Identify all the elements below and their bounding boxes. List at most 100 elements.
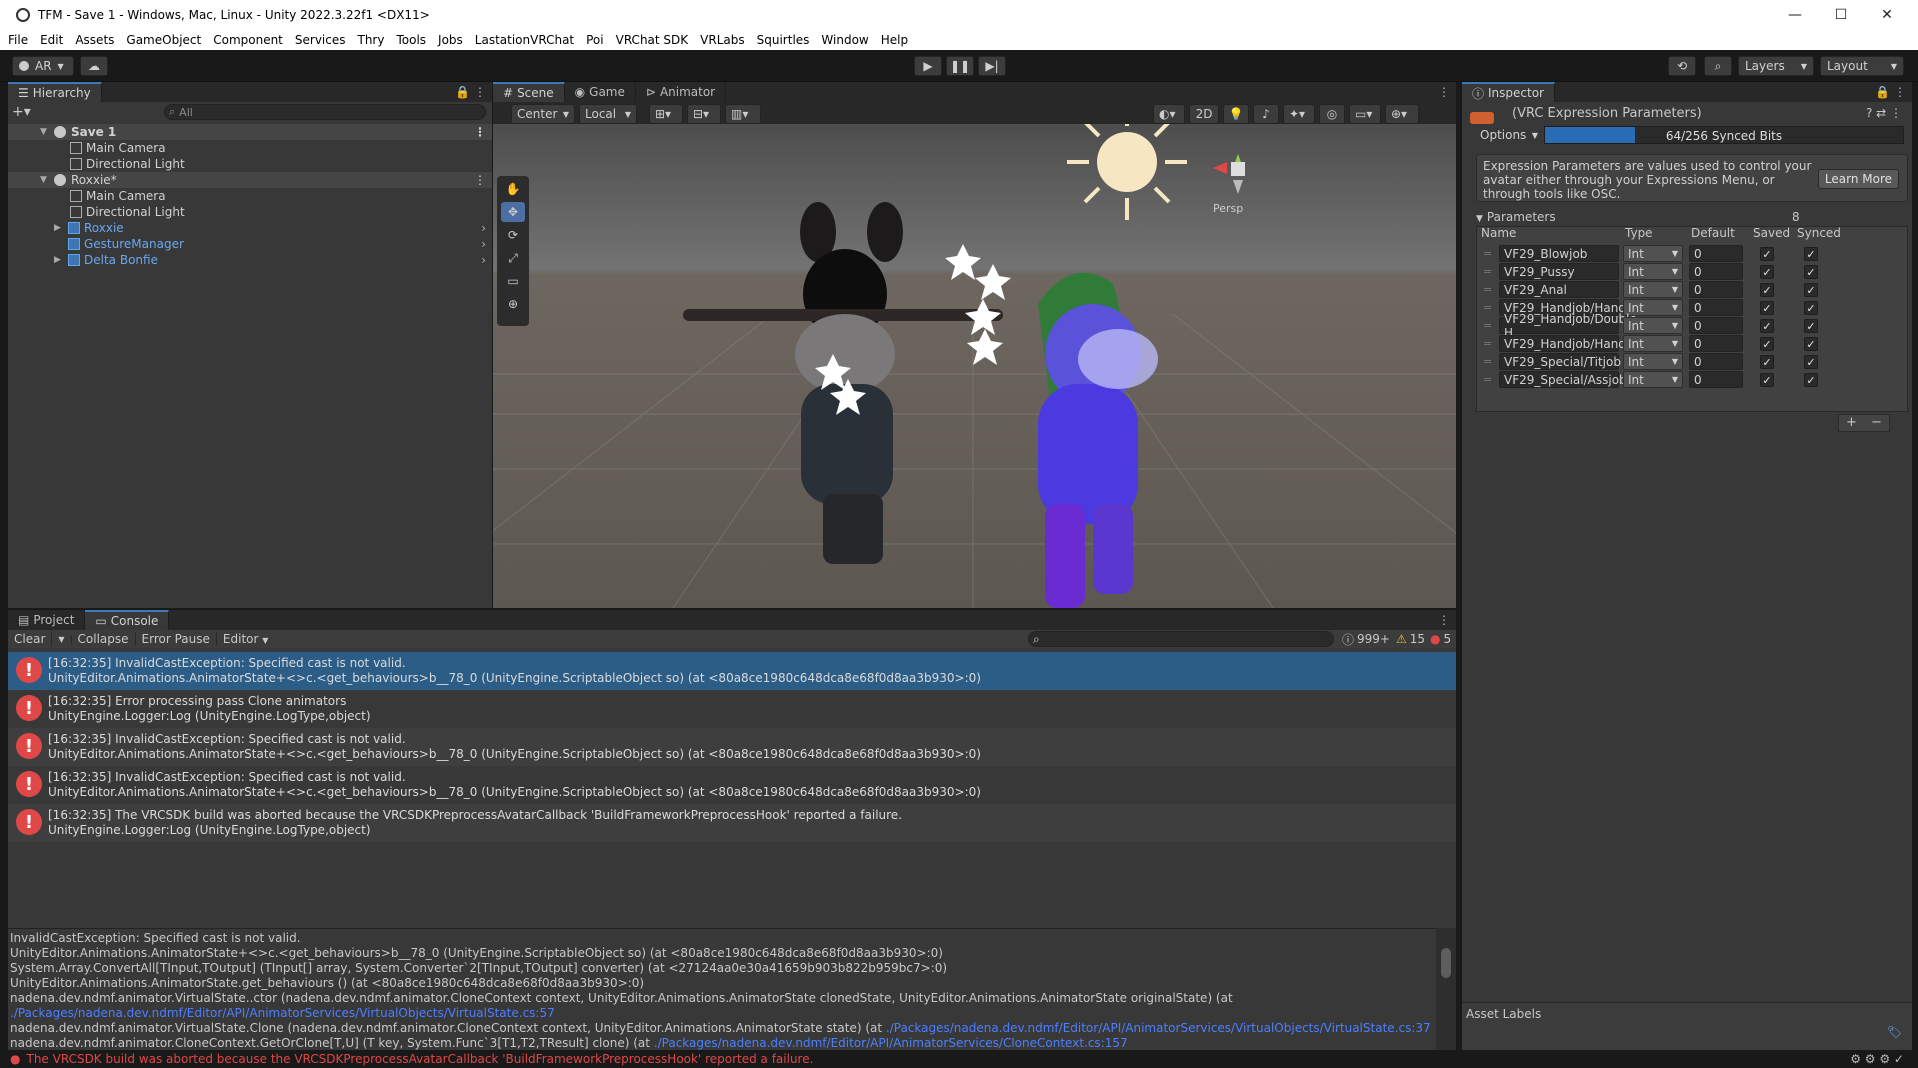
parameter-type-dropdown[interactable]: Int ▼ xyxy=(1623,353,1683,370)
menu-vrchat-sdk[interactable]: VRChat SDK xyxy=(616,33,689,47)
clear-button[interactable]: Clear xyxy=(8,632,53,646)
parameter-synced-checkbox[interactable]: ✓ xyxy=(1804,283,1818,297)
rotate-tool-icon[interactable]: ⟳ xyxy=(501,225,525,245)
tab-hierarchy[interactable]: ☰ Hierarchy xyxy=(8,82,102,102)
menu-assets[interactable]: Assets xyxy=(75,33,114,47)
menu-gameobject[interactable]: GameObject xyxy=(126,33,201,47)
warning-count-toggle[interactable]: ⚠ 15 xyxy=(1396,632,1425,646)
parameter-row[interactable]: = VF29_Special/Titjob Int ▼ 0 ✓ ✓ xyxy=(1477,353,1907,371)
parameter-default-field[interactable]: 0 xyxy=(1689,263,1743,280)
parameter-synced-checkbox[interactable]: ✓ xyxy=(1804,301,1818,315)
more-options-icon[interactable]: ⋮ xyxy=(474,125,486,139)
parameter-name-field[interactable]: VF29_Handjob/Handjob xyxy=(1499,335,1644,352)
error-count-toggle[interactable]: ● 5 xyxy=(1430,632,1451,646)
editor-dropdown[interactable]: Editor ▼ xyxy=(217,632,275,646)
parameters-foldout[interactable]: ▼ Parameters xyxy=(1476,210,1556,224)
remove-parameter-button[interactable]: − xyxy=(1871,415,1882,431)
label-tag-icon[interactable]: 🏷 xyxy=(1887,1025,1902,1039)
grid-snap-button[interactable]: ⊞▾ xyxy=(649,104,683,124)
console-entry[interactable]: ! [16:32:35] InvalidCastException: Specif… xyxy=(8,766,1456,804)
draw-mode-button[interactable]: ◐▾ xyxy=(1153,104,1185,124)
maximize-button[interactable]: ☐ xyxy=(1818,0,1864,30)
menu-lastationvrchat[interactable]: LastationVRChat xyxy=(475,33,574,47)
parameter-default-field[interactable]: 0 xyxy=(1689,335,1743,352)
parameter-synced-checkbox[interactable]: ✓ xyxy=(1804,373,1818,387)
menu-thry[interactable]: Thry xyxy=(358,33,385,47)
parameter-row[interactable]: = VF29_Handjob/Handjob Int ▼ 0 ✓ ✓ xyxy=(1477,335,1907,353)
hierarchy-item-delta-bonfie[interactable]: ▶ Delta Bonfie › xyxy=(8,252,492,268)
menu-help[interactable]: Help xyxy=(881,33,908,47)
parameter-default-field[interactable]: 0 xyxy=(1689,281,1743,298)
parameter-default-field[interactable]: 0 xyxy=(1689,371,1743,388)
parameter-saved-checkbox[interactable]: ✓ xyxy=(1760,373,1774,387)
learn-more-button[interactable]: Learn More xyxy=(1817,169,1899,189)
tab-scene[interactable]: # Scene xyxy=(493,82,565,102)
parameter-name-field[interactable]: VF29_Pussy xyxy=(1499,263,1619,280)
scene-render[interactable]: Persp xyxy=(493,124,1456,608)
tab-project[interactable]: ▤ Project xyxy=(8,610,86,630)
ruler-button[interactable]: ▥▾ xyxy=(725,104,761,124)
play-button[interactable]: ▶ xyxy=(914,56,942,76)
menu-squirtles[interactable]: Squirtles xyxy=(757,33,810,47)
hand-tool-icon[interactable]: ✋ xyxy=(501,179,525,199)
hierarchy-scene-save1[interactable]: ▼ Save 1 ⋮ xyxy=(8,124,492,140)
console-entry[interactable]: ! [16:32:35] The VRCSDK build was aborted… xyxy=(8,804,1456,842)
step-button[interactable]: ▶| xyxy=(978,56,1006,76)
expand-arrow-icon[interactable]: ▼ xyxy=(40,127,50,137)
hierarchy-item[interactable]: Main Camera xyxy=(8,188,492,204)
parameter-name-field[interactable]: VF29_Special/Assjob xyxy=(1499,371,1627,388)
parameter-synced-checkbox[interactable]: ✓ xyxy=(1804,337,1818,351)
drag-handle-icon[interactable]: = xyxy=(1483,355,1492,368)
status-bar[interactable]: ● The VRCSDK build was aborted because t… xyxy=(0,1050,1918,1068)
effects-toggle[interactable]: ✦▾ xyxy=(1283,104,1315,124)
hierarchy-search-input[interactable]: ⌕ All xyxy=(164,104,486,120)
scene-viewport[interactable]: Persp ✋ ✥ ⟳ ⤢ ▭ ⊕ xyxy=(493,124,1456,608)
error-pause-button[interactable]: Error Pause xyxy=(136,632,217,646)
parameter-default-field[interactable]: 0 xyxy=(1689,299,1743,316)
2d-toggle[interactable]: 2D xyxy=(1189,104,1219,124)
tab-animator[interactable]: ⊳ Animator xyxy=(635,82,727,102)
parameter-synced-checkbox[interactable]: ✓ xyxy=(1804,265,1818,279)
parameter-saved-checkbox[interactable]: ✓ xyxy=(1760,283,1774,297)
menu-component[interactable]: Component xyxy=(213,33,283,47)
account-dropdown[interactable]: AR ▼ xyxy=(12,56,74,76)
console-entry[interactable]: ! [16:32:35] InvalidCastException: Specif… xyxy=(8,728,1456,766)
pause-button[interactable]: ❚❚ xyxy=(946,56,974,76)
scene-orientation-gizmo[interactable]: Persp xyxy=(1213,154,1245,215)
parameter-name-field[interactable]: VF29_Handjob/Double H xyxy=(1499,312,1637,340)
hierarchy-item[interactable]: Directional Light xyxy=(8,204,492,220)
cloud-button[interactable]: ☁ xyxy=(80,56,108,76)
tab-inspector[interactable]: ⓘ Inspector xyxy=(1462,82,1555,102)
parameter-synced-checkbox[interactable]: ✓ xyxy=(1804,355,1818,369)
hierarchy-item[interactable]: Main Camera xyxy=(8,140,492,156)
hierarchy-item-gesturemanager[interactable]: GestureManager › xyxy=(8,236,492,252)
chevron-right-icon[interactable]: › xyxy=(481,253,486,267)
gizmos-button[interactable]: ⊕▾ xyxy=(1385,104,1419,124)
pivot-dropdown[interactable]: Center ▼ xyxy=(511,104,575,124)
hierarchy-item-roxxie[interactable]: ▶ Roxxie › xyxy=(8,220,492,236)
expand-arrow-icon[interactable]: ▶ xyxy=(54,223,64,233)
status-icons[interactable]: ⚙ ⚙ ⚙ ✓ xyxy=(1850,1052,1904,1066)
create-button[interactable]: +▾ xyxy=(12,104,31,120)
parameter-saved-checkbox[interactable]: ✓ xyxy=(1760,265,1774,279)
search-button[interactable]: ⌕ xyxy=(1704,56,1732,76)
drag-handle-icon[interactable]: = xyxy=(1483,373,1492,386)
console-entry[interactable]: ! [16:32:35] InvalidCastException: Specif… xyxy=(8,652,1456,690)
visibility-toggle[interactable]: ◎ xyxy=(1319,104,1345,124)
parameter-default-field[interactable]: 0 xyxy=(1689,353,1743,370)
tab-game[interactable]: ◉ Game xyxy=(564,82,636,102)
parameter-row[interactable]: = VF29_Blowjob Int ▼ 0 ✓ ✓ xyxy=(1477,245,1907,263)
space-dropdown[interactable]: Local ▼ xyxy=(579,104,637,124)
chevron-right-icon[interactable]: › xyxy=(481,221,486,235)
parameter-type-dropdown[interactable]: Int ▼ xyxy=(1623,263,1683,280)
layout-dropdown[interactable]: Layout ▼ xyxy=(1820,56,1904,76)
drag-handle-icon[interactable]: = xyxy=(1483,265,1492,278)
parameter-synced-checkbox[interactable]: ✓ xyxy=(1804,247,1818,261)
menu-tools[interactable]: Tools xyxy=(396,33,426,47)
drag-handle-icon[interactable]: = xyxy=(1483,301,1492,314)
log-count-toggle[interactable]: ⓘ 999+ xyxy=(1342,631,1390,648)
parameter-default-field[interactable]: 0 xyxy=(1689,245,1743,262)
lighting-toggle[interactable]: 💡 xyxy=(1223,104,1249,124)
options-dropdown[interactable]: Options ▼ xyxy=(1476,126,1542,144)
collapse-button[interactable]: Collapse xyxy=(72,632,136,646)
